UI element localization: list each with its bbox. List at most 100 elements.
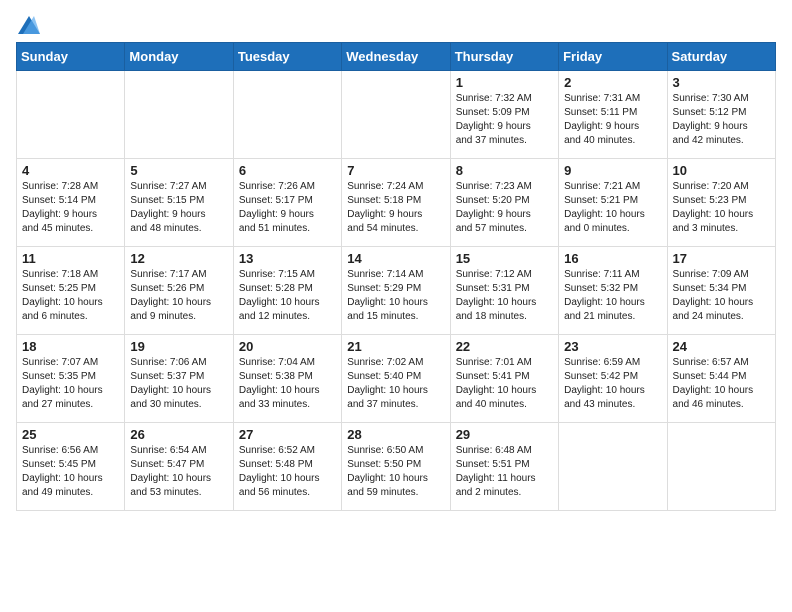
day-detail: Sunrise: 7:32 AM Sunset: 5:09 PM Dayligh… [456, 92, 553, 148]
calendar-cell: 10 Sunrise: 7:20 AM Sunset: 5:23 PM Dayli… [667, 159, 775, 247]
day-number: 15 [456, 251, 553, 266]
day-detail: Sunrise: 6:59 AM Sunset: 5:42 PM Dayligh… [564, 356, 661, 412]
calendar-cell [667, 423, 775, 511]
day-number: 28 [347, 427, 444, 442]
day-number: 18 [22, 339, 119, 354]
calendar-cell [559, 423, 667, 511]
day-detail: Sunrise: 7:23 AM Sunset: 5:20 PM Dayligh… [456, 180, 553, 236]
calendar-header-row: SundayMondayTuesdayWednesdayThursdayFrid… [17, 43, 776, 71]
day-detail: Sunrise: 7:17 AM Sunset: 5:26 PM Dayligh… [130, 268, 227, 324]
day-number: 5 [130, 163, 227, 178]
logo-icon [18, 16, 40, 34]
calendar-cell: 5 Sunrise: 7:27 AM Sunset: 5:15 PM Daylig… [125, 159, 233, 247]
day-detail: Sunrise: 7:02 AM Sunset: 5:40 PM Dayligh… [347, 356, 444, 412]
day-number: 29 [456, 427, 553, 442]
day-detail: Sunrise: 6:52 AM Sunset: 5:48 PM Dayligh… [239, 444, 336, 500]
day-detail: Sunrise: 7:30 AM Sunset: 5:12 PM Dayligh… [673, 92, 770, 148]
calendar-cell: 14 Sunrise: 7:14 AM Sunset: 5:29 PM Dayli… [342, 247, 450, 335]
day-detail: Sunrise: 6:57 AM Sunset: 5:44 PM Dayligh… [673, 356, 770, 412]
day-detail: Sunrise: 7:11 AM Sunset: 5:32 PM Dayligh… [564, 268, 661, 324]
day-number: 19 [130, 339, 227, 354]
calendar-cell: 22 Sunrise: 7:01 AM Sunset: 5:41 PM Dayli… [450, 335, 558, 423]
day-detail: Sunrise: 7:09 AM Sunset: 5:34 PM Dayligh… [673, 268, 770, 324]
calendar-cell: 7 Sunrise: 7:24 AM Sunset: 5:18 PM Daylig… [342, 159, 450, 247]
calendar-cell: 24 Sunrise: 6:57 AM Sunset: 5:44 PM Dayli… [667, 335, 775, 423]
day-number: 25 [22, 427, 119, 442]
day-detail: Sunrise: 7:28 AM Sunset: 5:14 PM Dayligh… [22, 180, 119, 236]
day-number: 7 [347, 163, 444, 178]
calendar-cell: 29 Sunrise: 6:48 AM Sunset: 5:51 PM Dayli… [450, 423, 558, 511]
day-detail: Sunrise: 7:24 AM Sunset: 5:18 PM Dayligh… [347, 180, 444, 236]
day-detail: Sunrise: 7:31 AM Sunset: 5:11 PM Dayligh… [564, 92, 661, 148]
day-number: 11 [22, 251, 119, 266]
calendar-cell: 19 Sunrise: 7:06 AM Sunset: 5:37 PM Dayli… [125, 335, 233, 423]
calendar-cell: 11 Sunrise: 7:18 AM Sunset: 5:25 PM Dayli… [17, 247, 125, 335]
calendar-cell [233, 71, 341, 159]
day-number: 2 [564, 75, 661, 90]
calendar-cell: 1 Sunrise: 7:32 AM Sunset: 5:09 PM Daylig… [450, 71, 558, 159]
day-detail: Sunrise: 7:12 AM Sunset: 5:31 PM Dayligh… [456, 268, 553, 324]
day-number: 20 [239, 339, 336, 354]
calendar-cell: 15 Sunrise: 7:12 AM Sunset: 5:31 PM Dayli… [450, 247, 558, 335]
calendar-cell: 20 Sunrise: 7:04 AM Sunset: 5:38 PM Dayli… [233, 335, 341, 423]
day-number: 16 [564, 251, 661, 266]
calendar-cell: 23Sunrise: 6:59 AM Sunset: 5:42 PM Dayli… [559, 335, 667, 423]
day-number: 10 [673, 163, 770, 178]
calendar-cell: 26Sunrise: 6:54 AM Sunset: 5:47 PM Dayli… [125, 423, 233, 511]
calendar-cell [125, 71, 233, 159]
calendar-cell: 12 Sunrise: 7:17 AM Sunset: 5:26 PM Dayli… [125, 247, 233, 335]
calendar-header-sunday: Sunday [17, 43, 125, 71]
day-detail: Sunrise: 7:14 AM Sunset: 5:29 PM Dayligh… [347, 268, 444, 324]
calendar-table: SundayMondayTuesdayWednesdayThursdayFrid… [16, 42, 776, 511]
week-row-2: 4 Sunrise: 7:28 AM Sunset: 5:14 PM Daylig… [17, 159, 776, 247]
day-detail: Sunrise: 7:04 AM Sunset: 5:38 PM Dayligh… [239, 356, 336, 412]
day-detail: Sunrise: 6:50 AM Sunset: 5:50 PM Dayligh… [347, 444, 444, 500]
day-number: 13 [239, 251, 336, 266]
calendar-header-saturday: Saturday [667, 43, 775, 71]
day-detail: Sunrise: 7:20 AM Sunset: 5:23 PM Dayligh… [673, 180, 770, 236]
day-detail: Sunrise: 6:54 AM Sunset: 5:47 PM Dayligh… [130, 444, 227, 500]
calendar-cell: 28 Sunrise: 6:50 AM Sunset: 5:50 PM Dayli… [342, 423, 450, 511]
calendar-cell: 8Sunrise: 7:23 AM Sunset: 5:20 PM Daylig… [450, 159, 558, 247]
calendar-cell: 17 Sunrise: 7:09 AM Sunset: 5:34 PM Dayli… [667, 247, 775, 335]
day-number: 12 [130, 251, 227, 266]
day-number: 4 [22, 163, 119, 178]
day-detail: Sunrise: 7:06 AM Sunset: 5:37 PM Dayligh… [130, 356, 227, 412]
day-number: 21 [347, 339, 444, 354]
day-detail: Sunrise: 6:56 AM Sunset: 5:45 PM Dayligh… [22, 444, 119, 500]
calendar-cell: 9Sunrise: 7:21 AM Sunset: 5:21 PM Daylig… [559, 159, 667, 247]
calendar-cell: 25 Sunrise: 6:56 AM Sunset: 5:45 PM Dayli… [17, 423, 125, 511]
calendar-cell: 3 Sunrise: 7:30 AM Sunset: 5:12 PM Daylig… [667, 71, 775, 159]
logo [16, 16, 40, 30]
day-number: 3 [673, 75, 770, 90]
calendar-cell: 13Sunrise: 7:15 AM Sunset: 5:28 PM Dayli… [233, 247, 341, 335]
week-row-3: 11 Sunrise: 7:18 AM Sunset: 5:25 PM Dayli… [17, 247, 776, 335]
day-number: 14 [347, 251, 444, 266]
calendar-header-wednesday: Wednesday [342, 43, 450, 71]
day-detail: Sunrise: 7:26 AM Sunset: 5:17 PM Dayligh… [239, 180, 336, 236]
day-detail: Sunrise: 7:18 AM Sunset: 5:25 PM Dayligh… [22, 268, 119, 324]
calendar-cell [17, 71, 125, 159]
day-number: 17 [673, 251, 770, 266]
calendar-cell [342, 71, 450, 159]
day-number: 27 [239, 427, 336, 442]
day-detail: Sunrise: 7:07 AM Sunset: 5:35 PM Dayligh… [22, 356, 119, 412]
day-detail: Sunrise: 6:48 AM Sunset: 5:51 PM Dayligh… [456, 444, 553, 500]
day-number: 1 [456, 75, 553, 90]
day-detail: Sunrise: 7:21 AM Sunset: 5:21 PM Dayligh… [564, 180, 661, 236]
calendar-cell: 27 Sunrise: 6:52 AM Sunset: 5:48 PM Dayli… [233, 423, 341, 511]
day-number: 24 [673, 339, 770, 354]
day-detail: Sunrise: 7:01 AM Sunset: 5:41 PM Dayligh… [456, 356, 553, 412]
calendar-cell: 2 Sunrise: 7:31 AM Sunset: 5:11 PM Daylig… [559, 71, 667, 159]
week-row-5: 25 Sunrise: 6:56 AM Sunset: 5:45 PM Dayli… [17, 423, 776, 511]
calendar-header-thursday: Thursday [450, 43, 558, 71]
calendar-header-friday: Friday [559, 43, 667, 71]
calendar-cell: 6 Sunrise: 7:26 AM Sunset: 5:17 PM Daylig… [233, 159, 341, 247]
day-detail: Sunrise: 7:27 AM Sunset: 5:15 PM Dayligh… [130, 180, 227, 236]
calendar-cell: 21 Sunrise: 7:02 AM Sunset: 5:40 PM Dayli… [342, 335, 450, 423]
day-number: 22 [456, 339, 553, 354]
week-row-1: 1 Sunrise: 7:32 AM Sunset: 5:09 PM Daylig… [17, 71, 776, 159]
calendar-header-monday: Monday [125, 43, 233, 71]
day-number: 6 [239, 163, 336, 178]
calendar-cell: 4 Sunrise: 7:28 AM Sunset: 5:14 PM Daylig… [17, 159, 125, 247]
